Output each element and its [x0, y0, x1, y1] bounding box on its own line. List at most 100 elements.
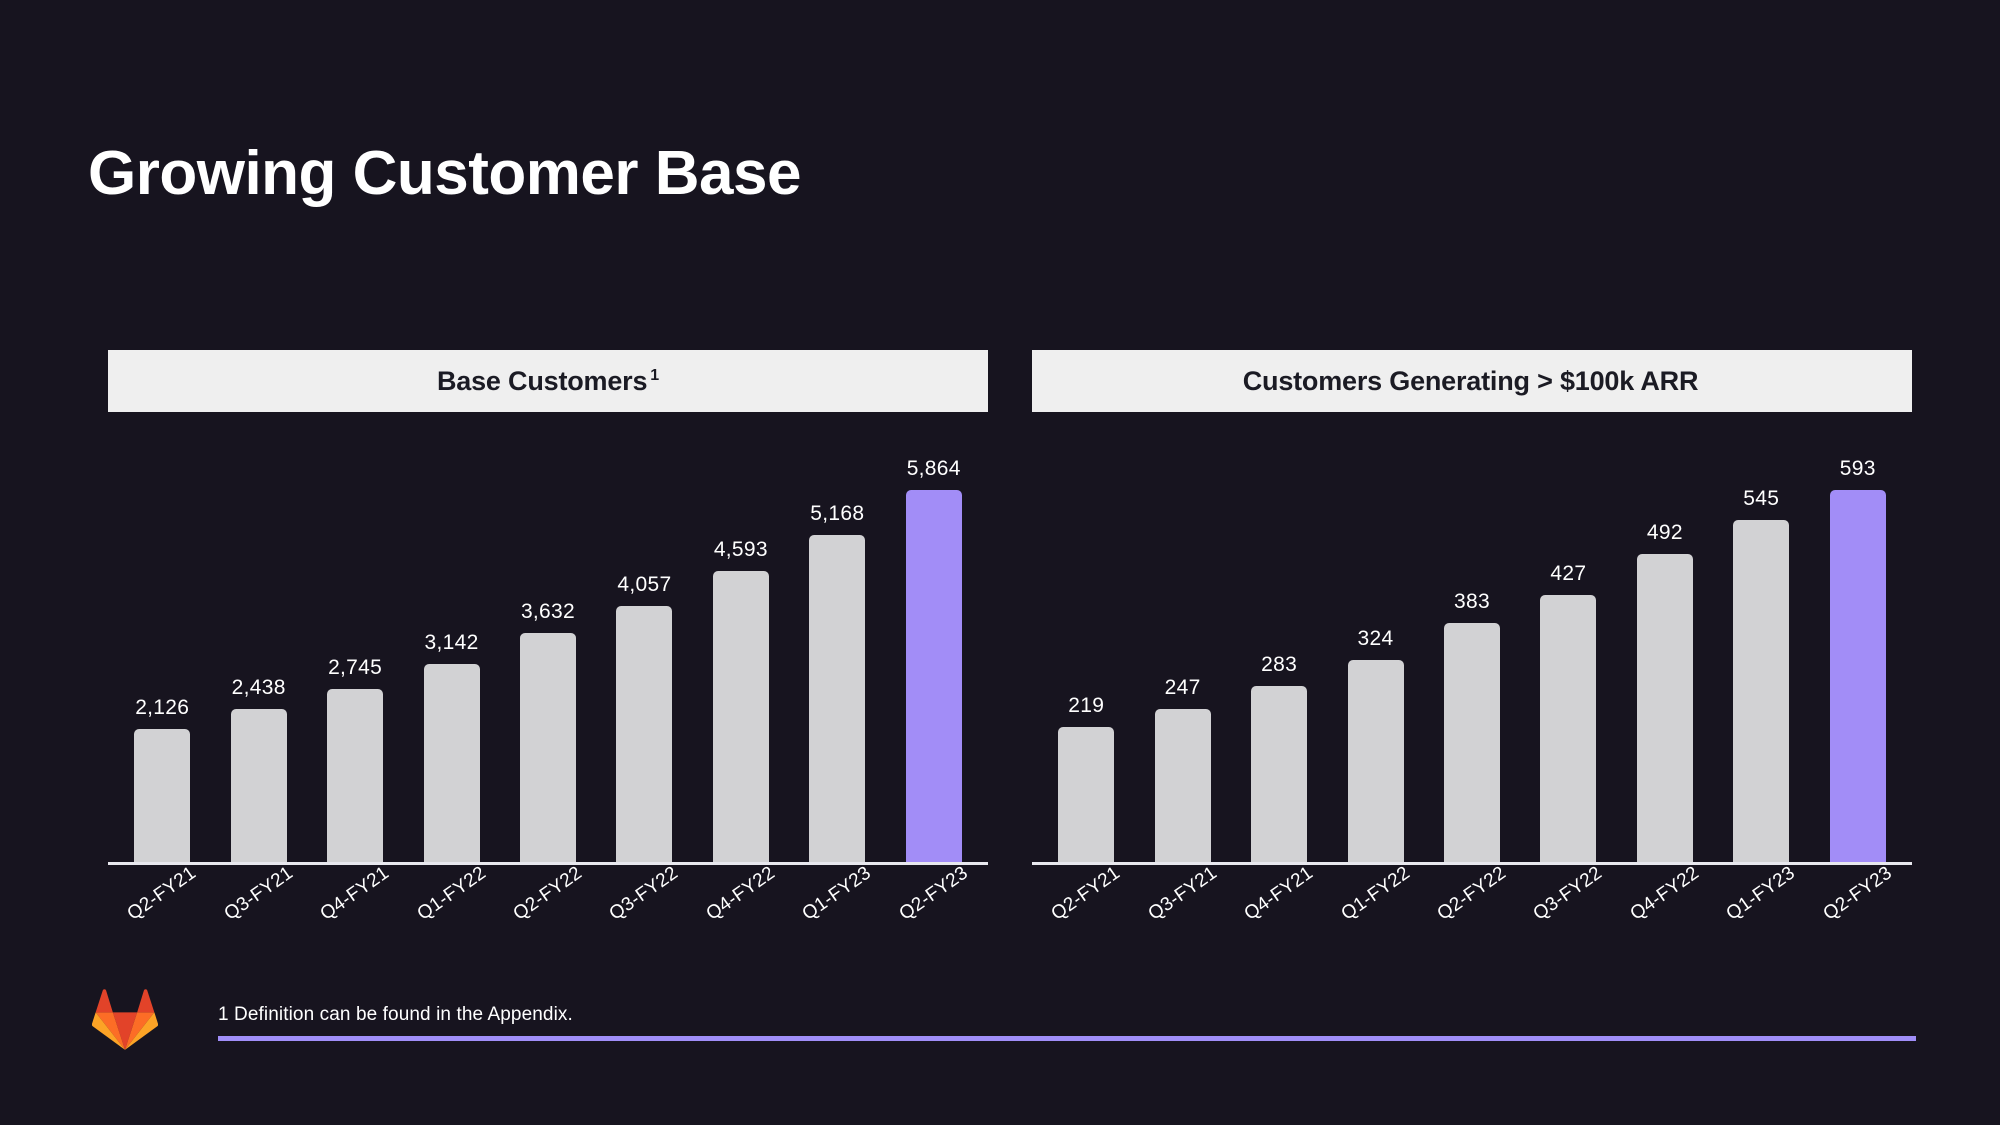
x-axis-label-slot: Q4-FY22	[693, 862, 789, 957]
bar-slot[interactable]: 247	[1134, 450, 1230, 865]
x-axis-label-slot: Q3-FY21	[210, 862, 306, 957]
x-axis-label-slot: Q1-FY23	[789, 862, 885, 957]
bar-value-label: 383	[1453, 590, 1490, 613]
bar[interactable]	[809, 535, 866, 865]
x-axis-label: Q1-FY23	[798, 862, 876, 925]
x-axis-label: Q2-FY22	[509, 862, 586, 925]
bar-value-label: 4,057	[617, 573, 672, 596]
bar-slot[interactable]: 4,057	[596, 450, 692, 865]
bar-chart-left: 2,126 2,438 2,745 3,142 3,632 4,057 4,593 5,168…	[108, 450, 988, 865]
bar[interactable]	[134, 729, 191, 865]
bar-value-label: 4,593	[713, 538, 768, 561]
x-axis-label: Q4-FY22	[702, 862, 779, 925]
bar-value-label: 5,864	[906, 457, 961, 480]
bar-slot[interactable]: 427	[1520, 450, 1616, 865]
bar-slot[interactable]: 4,593	[693, 450, 789, 865]
chart-panel-100k-arr: Customers Generating > $100k ARR 219 247 2…	[1032, 350, 1912, 957]
bar[interactable]	[1443, 623, 1500, 865]
bar-value-label: 247	[1164, 676, 1201, 699]
footer-divider	[218, 1036, 1916, 1041]
x-axis-label-slot: Q1-FY23	[1713, 862, 1809, 957]
chart-title-left-superscript: 1	[650, 366, 659, 384]
x-axis-label: Q4-FY21	[1240, 862, 1317, 925]
bar-value-label: 2,126	[135, 696, 190, 719]
bar-slot[interactable]: 5,168	[789, 450, 885, 865]
x-axis-label-slot: Q2-FY22	[500, 862, 596, 957]
bar-slot[interactable]: 545	[1713, 450, 1809, 865]
gitlab-tanuki-logo-icon	[91, 988, 159, 1050]
bar[interactable]	[1058, 727, 1115, 865]
bar-highlighted[interactable]	[905, 490, 962, 865]
chart-title-left: Base Customers 1	[437, 366, 659, 397]
x-axis-label: Q2-FY21	[1047, 862, 1125, 925]
x-axis-label-slot: Q2-FY23	[886, 862, 982, 957]
bar-chart-left-plot: 2,126 2,438 2,745 3,142 3,632 4,057 4,593 5,168…	[108, 450, 988, 865]
bar-value-label: 427	[1550, 562, 1587, 585]
bar-value-label: 2,438	[231, 676, 286, 699]
bar-slot[interactable]: 593	[1810, 450, 1906, 865]
chart-title-left-text: Base Customers	[437, 365, 648, 396]
bar-value-label: 492	[1646, 521, 1683, 544]
bar-value-label: 3,632	[520, 600, 575, 623]
bar-slot[interactable]: 2,745	[307, 450, 403, 865]
x-axis-label: Q2-FY23	[895, 862, 972, 925]
bar-slot[interactable]: 2,126	[114, 450, 210, 865]
x-axis-label: Q1-FY22	[1337, 862, 1414, 925]
x-axis-label-slot: Q2-FY22	[1424, 862, 1520, 957]
bar[interactable]	[1540, 595, 1597, 865]
x-axis-label-slot: Q2-FY23	[1810, 862, 1906, 957]
x-axis-label-slot: Q1-FY22	[403, 862, 499, 957]
chart-panel-base-customers: Base Customers 1 2,126 2,438 2,745 3,142 3,63…	[108, 350, 988, 957]
x-axis-label: Q4-FY21	[316, 862, 393, 925]
chart-header-banner-right: Customers Generating > $100k ARR	[1032, 350, 1912, 412]
x-axis-label-slot: Q4-FY22	[1617, 862, 1713, 957]
page-title: Growing Customer Base	[88, 139, 801, 208]
bar[interactable]	[1347, 660, 1404, 865]
x-axis-label: Q3-FY22	[605, 862, 683, 925]
bar-slot[interactable]: 324	[1327, 450, 1423, 865]
bar[interactable]	[230, 709, 287, 865]
x-axis-label-slot: Q2-FY21	[114, 862, 210, 957]
x-axis-label: Q2-FY21	[123, 862, 201, 925]
bar-slot[interactable]: 2,438	[210, 450, 306, 865]
x-axis-label: Q2-FY23	[1819, 862, 1896, 925]
x-axis-label-slot: Q4-FY21	[1231, 862, 1327, 957]
x-axis-label-slot: Q3-FY21	[1134, 862, 1230, 957]
bar-slot[interactable]: 283	[1231, 450, 1327, 865]
x-axis-label: Q3-FY21	[220, 862, 297, 925]
chart-title-right-text: Customers Generating > $100k ARR	[1242, 365, 1699, 396]
bar-slot[interactable]: 3,632	[500, 450, 596, 865]
bar-value-label: 283	[1261, 653, 1298, 676]
bar[interactable]	[423, 664, 480, 865]
chart-header-banner-left: Base Customers 1	[108, 350, 988, 412]
bar-slot[interactable]: 492	[1617, 450, 1713, 865]
bar-value-label: 5,168	[810, 502, 865, 525]
bar-chart-right: 219 247 283 324 383 427 492 545 593	[1032, 450, 1912, 865]
bar-slot[interactable]: 5,864	[886, 450, 982, 865]
x-axis-label-slot: Q3-FY22	[596, 862, 692, 957]
bar[interactable]	[1733, 520, 1790, 865]
x-axis-label: Q3-FY22	[1529, 862, 1607, 925]
bar-slot[interactable]: 219	[1038, 450, 1134, 865]
bar[interactable]	[616, 606, 673, 865]
bar-slot[interactable]: 383	[1424, 450, 1520, 865]
chart-title-right: Customers Generating > $100k ARR	[1243, 366, 1702, 397]
x-axis-label: Q4-FY22	[1626, 862, 1703, 925]
bar-value-label: 2,745	[328, 656, 383, 679]
bar[interactable]	[327, 689, 384, 865]
bar[interactable]	[1154, 709, 1211, 865]
bar-slot[interactable]: 3,142	[403, 450, 499, 865]
x-axis-label: Q3-FY21	[1144, 862, 1221, 925]
bar-value-label: 593	[1839, 457, 1876, 480]
bar-highlighted[interactable]	[1829, 490, 1886, 865]
x-axis-label: Q1-FY22	[413, 862, 490, 925]
bar-chart-right-plot: 219 247 283 324 383 427 492 545 593	[1032, 450, 1912, 865]
x-axis-labels-right: Q2-FY21 Q3-FY21 Q4-FY21 Q1-FY22 Q2-FY22 Q3-FY…	[1032, 862, 1912, 957]
slide-root: Growing Customer Base Base Customers 1 2,…	[0, 0, 2000, 1125]
x-axis-label-slot: Q2-FY21	[1038, 862, 1134, 957]
bar[interactable]	[1636, 554, 1693, 865]
bar-value-label: 219	[1068, 694, 1105, 717]
bar[interactable]	[1251, 686, 1308, 865]
bar[interactable]	[712, 571, 769, 865]
bar[interactable]	[519, 633, 576, 865]
